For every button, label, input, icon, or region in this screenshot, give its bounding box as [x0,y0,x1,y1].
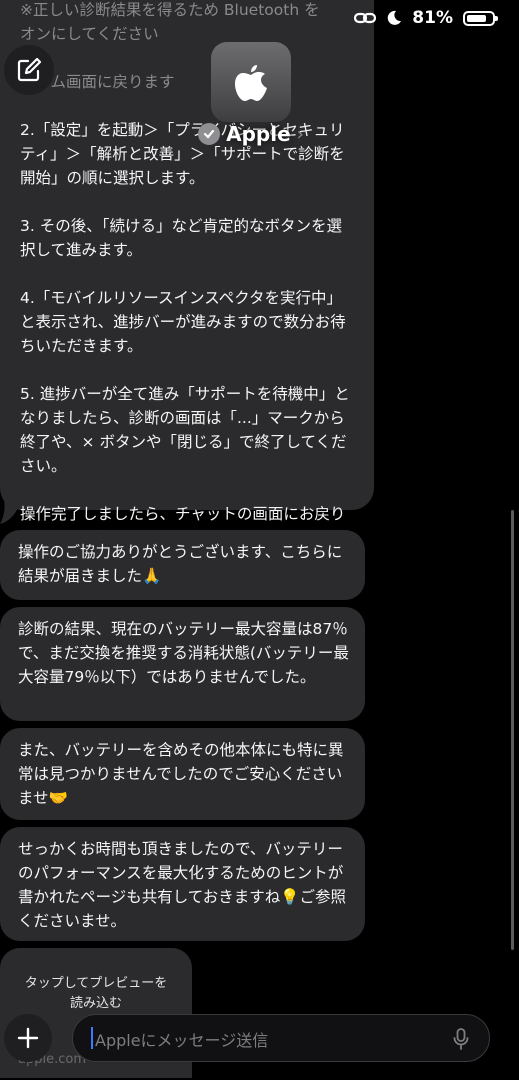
message-input[interactable]: Appleにメッセージ送信 [72,1014,490,1062]
status-indicators: 81% [354,8,498,28]
message-text: 2.「設定」を起動＞「プライバシーとセキュリティ」＞「解析と改善」＞「サポートで… [20,121,350,547]
text-caret [91,1027,93,1049]
moon-icon [388,10,402,25]
message-text: せっかくお時間も頂きましたので、バッテリーのパフォーマンスを最大化するためのヒン… [18,840,347,930]
message-bubble: また、バッテリーを含めその他本体にも特に異常は見つかりませんでしたのでご安心くだ… [0,728,365,820]
contact-name-row[interactable]: Apple › [186,117,316,151]
message-bubble: 診断の結果、現在のバッテリー最大容量は87％で、まだ交換を推奨する消耗状態(バッ… [0,607,365,721]
message-input-placeholder: Appleにメッセージ送信 [95,1031,269,1050]
message-bubble: 操作のご協力ありがとうございます、こちらに結果が届きました🙏 [0,530,365,600]
battery-level [467,14,487,22]
contact-name: Apple [226,122,291,146]
message-text: また、バッテリーを含めその他本体にも特に異常は見つかりませんでしたのでご安心くだ… [18,741,344,807]
status-bar: 81% [0,0,519,40]
compose-icon [17,57,42,82]
message-text: 診断の結果、現在のバッテリー最大容量は87％で、まだ交換を推奨する消耗状態(バッ… [18,620,349,686]
verified-badge-icon [198,123,221,145]
apple-logo-icon [235,65,267,101]
scrollbar[interactable] [511,510,514,950]
microphone-icon[interactable] [453,1028,469,1050]
battery-percentage: 81% [412,8,453,28]
add-attachment-button[interactable] [4,1014,52,1062]
message-bubble: せっかくお時間も頂きましたので、バッテリーのパフォーマンスを最大化するためのヒン… [0,827,365,941]
bubble-tail [0,500,18,524]
contact-header[interactable]: Apple › [186,42,316,146]
plus-icon [17,1027,39,1049]
compose-button[interactable] [4,45,54,95]
battery-icon [463,10,498,26]
composer-bar: Appleにメッセージ送信 [0,1005,519,1080]
link-icon [354,12,377,24]
contact-avatar [211,42,291,122]
message-text: 操作のご協力ありがとうございます、こちらに結果が届きました🙏 [18,543,343,585]
chevron-right-icon: › [296,123,304,145]
